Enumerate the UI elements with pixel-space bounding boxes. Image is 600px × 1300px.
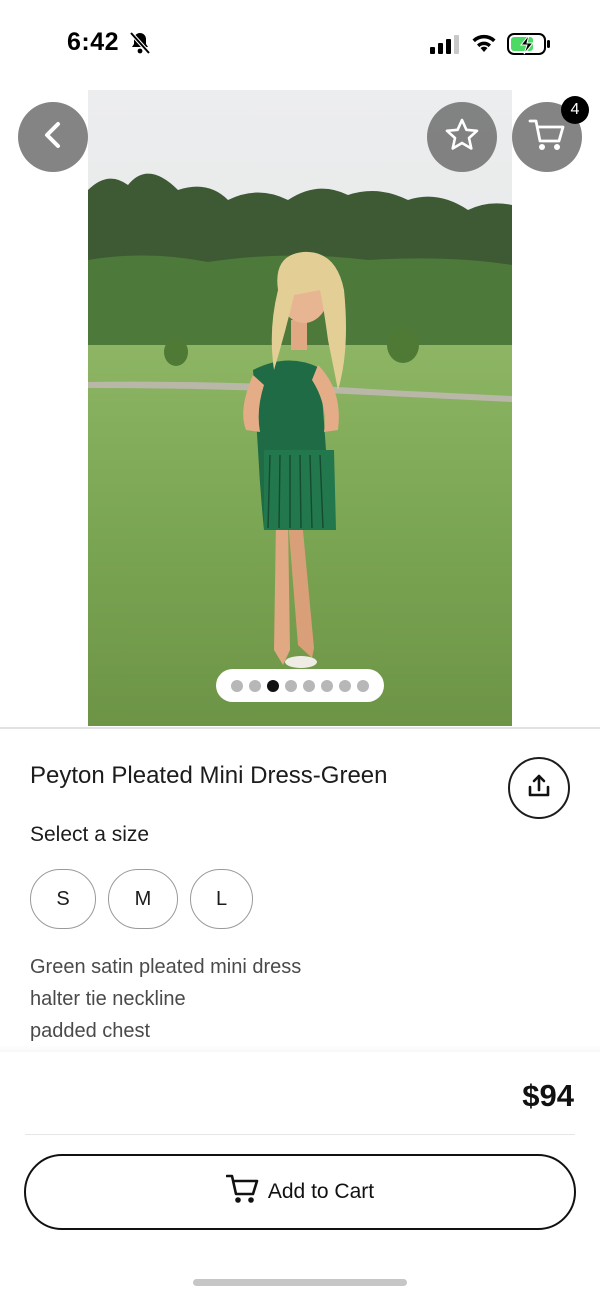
pagination-dot[interactable] [249,679,261,692]
share-button[interactable] [508,757,570,819]
size-option-m[interactable]: M [108,869,178,929]
share-icon [526,773,552,804]
add-to-cart-button[interactable]: Add to Cart [24,1154,576,1230]
pagination-dot[interactable] [285,679,297,692]
pagination-dot[interactable] [303,679,315,692]
home-indicator[interactable] [193,1279,407,1286]
status-bar: 6:42 [0,0,600,88]
pagination-dot[interactable] [339,679,351,692]
product-price: $94 [522,1078,574,1113]
divider [25,1134,575,1135]
star-icon [444,117,480,158]
image-pagination[interactable] [216,669,384,702]
wifi-icon [471,33,497,53]
signal-icon [430,34,460,54]
description-line: Green satin pleated mini dress [30,956,302,978]
pagination-dot-active[interactable] [267,679,279,692]
battery-charging-icon [507,32,551,56]
pagination-dot[interactable] [321,679,333,692]
cart-icon [528,117,566,158]
product-title: Peyton Pleated Mini Dress-Green [30,762,388,789]
add-to-cart-label: Add to Cart [267,1180,375,1203]
product-photo[interactable] [88,90,512,726]
description-line: halter tie neckline [30,988,186,1010]
back-button[interactable] [18,102,88,172]
cart-icon [225,1173,260,1211]
bell-slash-icon [128,31,152,55]
product-description: Green satin pleated mini dress halter ti… [30,951,301,1047]
size-selector: S M L [30,869,253,929]
status-time: 6:42 [67,28,120,56]
favorite-button[interactable] [427,102,497,172]
description-line: padded chest [30,1020,151,1042]
chevron-left-icon [40,120,66,155]
pagination-dot[interactable] [357,679,369,692]
size-option-l[interactable]: L [190,869,253,929]
size-option-s[interactable]: S [30,869,96,929]
cart-count-badge: 4 [561,96,589,124]
pagination-dot[interactable] [231,679,243,692]
size-label: Select a size [30,823,150,846]
divider [0,727,600,729]
